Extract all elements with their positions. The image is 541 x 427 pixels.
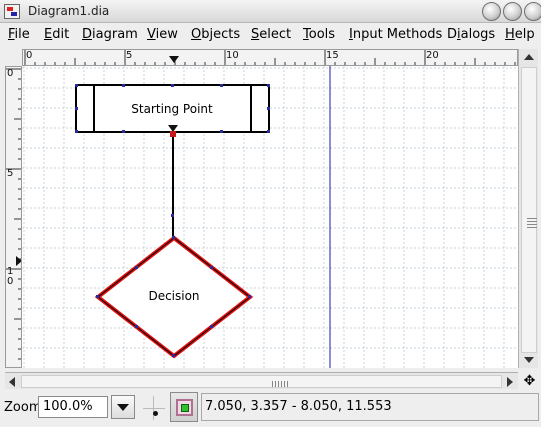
scroll-left-arrow-icon[interactable]: [9, 377, 15, 387]
vertical-ruler-ticks: [6, 68, 21, 360]
vertical-scrollbar[interactable]: [518, 49, 538, 368]
horizontal-scroll-grip-icon[interactable]: [272, 381, 288, 387]
ruler-label-5: 5: [126, 50, 133, 61]
horizontal-scrollbar[interactable]: [5, 372, 518, 389]
menu-edit[interactable]: Edit: [44, 27, 69, 42]
horizontal-scroll-trough[interactable]: [21, 375, 502, 388]
ruler-label-0: 0: [26, 50, 33, 61]
maximize-icon[interactable]: [503, 2, 522, 21]
connector-midpoint[interactable]: [171, 214, 174, 217]
vertical-scroll-grip-icon[interactable]: [527, 218, 537, 230]
snap-to-objects-toggle[interactable]: [170, 392, 198, 422]
status-bar: Zoom 100.0% 7.050, 3.357 - 8.050, 11.553: [0, 390, 541, 427]
ruler-label-20: 20: [426, 50, 439, 61]
decision-shape[interactable]: Decision: [94, 235, 254, 359]
zoom-label: Zoom: [4, 400, 42, 415]
snap-to-grid-toggle[interactable]: [141, 394, 167, 422]
ruler-corner: [5, 49, 22, 66]
close-icon[interactable]: [524, 2, 541, 21]
horizontal-ruler[interactable]: 0 5 10 15 20: [22, 49, 518, 66]
menu-tools[interactable]: Tools: [303, 27, 335, 42]
menu-view[interactable]: View: [147, 27, 178, 42]
title-bar: Diagram1.dia: [0, 0, 541, 23]
vertical-ruler[interactable]: 0 5 1 0: [5, 66, 22, 368]
grid-snap-icon: [153, 411, 158, 416]
decision-label: Decision: [148, 289, 199, 303]
scroll-up-arrow-icon[interactable]: [524, 54, 534, 60]
zoom-dropdown-button[interactable]: [111, 395, 135, 419]
diagram-canvas[interactable]: Starting Point Decision: [22, 66, 518, 368]
connector-start-handle[interactable]: [170, 131, 176, 137]
horizontal-ruler-ticks: [24, 50, 516, 65]
navigate-cross-icon[interactable]: ✥: [521, 373, 538, 389]
menu-bar: File Edit Diagram View Objects Select To…: [0, 23, 541, 47]
ruler-label-v10: 1 0: [7, 266, 14, 287]
scroll-right-arrow-icon[interactable]: [507, 377, 513, 387]
diagram-svg[interactable]: Starting Point Decision: [22, 66, 518, 368]
ruler-label-v5: 5: [7, 168, 14, 179]
coordinates-display: 7.050, 3.357 - 8.050, 11.553: [201, 393, 539, 421]
ruler-label-v0: 0: [7, 68, 14, 79]
vertical-scroll-trough[interactable]: [521, 67, 537, 353]
app-icon[interactable]: [4, 4, 20, 19]
starting-point-label: Starting Point: [131, 102, 213, 116]
menu-dialogs[interactable]: Dialogs: [447, 27, 495, 42]
ruler-label-15: 15: [326, 50, 339, 61]
scroll-down-arrow-icon[interactable]: [524, 357, 534, 363]
ruler-position-marker: [169, 56, 179, 63]
menu-objects[interactable]: Objects: [191, 27, 240, 42]
menu-help[interactable]: Help: [505, 27, 535, 42]
menu-file[interactable]: File: [8, 27, 30, 42]
minimize-icon[interactable]: [482, 2, 501, 21]
window-title: Diagram1.dia: [28, 4, 110, 18]
menu-diagram[interactable]: Diagram: [82, 27, 138, 42]
menu-select[interactable]: Select: [251, 27, 291, 42]
ruler-label-10: 10: [226, 50, 239, 61]
menu-input-methods[interactable]: Input Methods: [349, 27, 442, 42]
zoom-input[interactable]: 100.0%: [38, 396, 108, 418]
